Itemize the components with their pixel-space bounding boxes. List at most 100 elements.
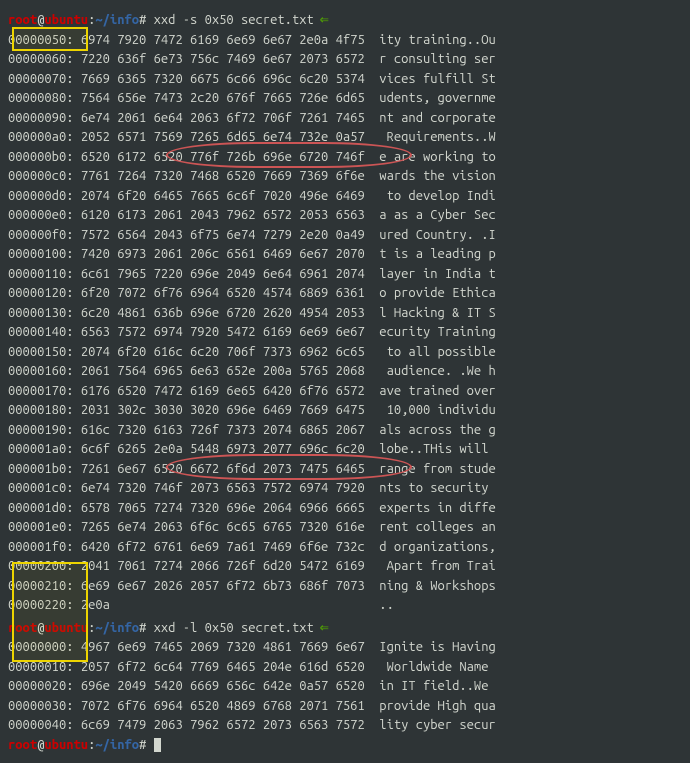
offset: 00000070: (8, 72, 74, 86)
hex-bytes: 2052 6571 7569 7265 6d65 6e74 732e 0a57 (81, 130, 365, 144)
hex-row: 00000000: 4967 6e69 7465 2069 7320 4861 … (8, 638, 682, 658)
ascii-text: ave trained over (379, 384, 495, 398)
ascii-text: experts in diffe (379, 501, 495, 515)
hex-row: 00000100: 7420 6973 2061 206c 6561 6469 … (8, 245, 682, 265)
hex-bytes: 6f20 7072 6f76 6964 6520 4574 6869 6361 (81, 286, 365, 300)
hex-bytes: 7420 6973 2061 206c 6561 6469 6e67 2070 (81, 247, 365, 261)
ascii-text: range from stude (379, 462, 495, 476)
offset: 00000210: (8, 579, 74, 593)
hex-bytes: 6176 6520 7472 6169 6e65 6420 6f76 6572 (81, 384, 365, 398)
hex-row: 000000a0: 2052 6571 7569 7265 6d65 6e74 … (8, 128, 682, 148)
offset: 00000030: (8, 699, 74, 713)
command-2: xxd -l 0x50 secret.txt (154, 621, 314, 635)
hex-bytes: 6c61 7965 7220 696e 2049 6e64 6961 2074 (81, 267, 365, 281)
arrow-icon: ⇐ (320, 618, 329, 635)
offset: 000000f0: (8, 228, 74, 242)
ascii-text: layer in India t (379, 267, 495, 281)
offset: 00000060: (8, 52, 74, 66)
ascii-text: to develop Indi (379, 189, 495, 203)
ascii-text: in IT field..We (379, 679, 495, 693)
offset: 000000e0: (8, 208, 74, 222)
hex-bytes: 6c20 4861 636b 696e 6720 2620 4954 2053 (81, 306, 365, 320)
offset: 00000020: (8, 679, 74, 693)
ascii-text: udents, governme (379, 91, 495, 105)
ascii-text: wards the vision (379, 169, 495, 183)
hex-row: 000001e0: 7265 6e74 2063 6f6c 6c65 6765 … (8, 518, 682, 538)
hex-bytes: 2074 6f20 6465 7665 6c6f 7020 496e 6469 (81, 189, 365, 203)
hex-bytes: 2e0a (81, 598, 365, 612)
ascii-text: .. (379, 598, 394, 612)
offset: 000000c0: (8, 169, 74, 183)
hex-bytes: 6974 7920 7472 6169 6e69 6e67 2e0a 4f75 (81, 33, 365, 47)
ascii-text: lity cyber secur (379, 718, 495, 732)
prompt-path: ~/info (95, 13, 139, 27)
offset: 00000190: (8, 423, 74, 437)
terminal[interactable]: root@ubuntu:~/info# xxd -s 0x50 secret.t… (8, 8, 682, 755)
offset: 00000160: (8, 364, 74, 378)
hex-row: 00000200: 2041 7061 7274 2066 726f 6d20 … (8, 557, 682, 577)
offset: 00000050: (8, 33, 74, 47)
hex-bytes: 2057 6f72 6c64 7769 6465 204e 616d 6520 (81, 660, 365, 674)
hex-bytes: 6420 6f72 6761 6e69 7a61 7469 6f6e 732c (81, 540, 365, 554)
hex-bytes: 2074 6f20 616c 6c20 706f 7373 6962 6c65 (81, 345, 365, 359)
hex-row: 00000210: 6e69 6e67 2026 2057 6f72 6b73 … (8, 577, 682, 597)
hex-bytes: 6c6f 6265 2e0a 5448 6973 2077 696c 6c20 (81, 442, 365, 456)
offset: 000001a0: (8, 442, 74, 456)
ascii-text: l Hacking & IT S (379, 306, 495, 320)
hex-bytes: 7220 636f 6e73 756c 7469 6e67 2073 6572 (81, 52, 365, 66)
offset: 00000140: (8, 325, 74, 339)
hex-bytes: 2061 7564 6965 6e63 652e 200a 5765 2068 (81, 364, 365, 378)
hex-bytes: 6520 6172 6520 776f 726b 696e 6720 746f (81, 150, 365, 164)
command-1: xxd -s 0x50 secret.txt (154, 13, 314, 27)
offset: 00000010: (8, 660, 74, 674)
offset: 000000b0: (8, 150, 74, 164)
hex-bytes: 6578 7065 7274 7320 696e 2064 6966 6665 (81, 501, 365, 515)
offset: 00000000: (8, 640, 74, 654)
hex-row: 00000080: 7564 656e 7473 2c20 676f 7665 … (8, 89, 682, 109)
ascii-text: ured Country. .I (379, 228, 495, 242)
prompt-user: root (8, 13, 37, 27)
hex-row: 00000030: 7072 6f76 6964 6520 4869 6768 … (8, 697, 682, 717)
offset: 00000220: (8, 598, 74, 612)
hex-bytes: 2031 302c 3030 3020 696e 6469 7669 6475 (81, 403, 365, 417)
offset: 00000100: (8, 247, 74, 261)
ascii-text: r consulting ser (379, 52, 495, 66)
offset: 00000040: (8, 718, 74, 732)
hex-row: 000001c0: 6e74 7320 746f 2073 6563 7572 … (8, 479, 682, 499)
hex-bytes: 6e69 6e67 2026 2057 6f72 6b73 686f 7073 (81, 579, 365, 593)
hex-bytes: 7265 6e74 2063 6f6c 6c65 6765 7320 616e (81, 520, 365, 534)
hex-bytes: 7261 6e67 6520 6672 6f6d 2073 7475 6465 (81, 462, 365, 476)
ascii-text: e are working to (379, 150, 495, 164)
offset: 000001d0: (8, 501, 74, 515)
ascii-text: t is a leading p (379, 247, 495, 261)
ascii-text: lobe..THis will (379, 442, 495, 456)
hex-row: 00000050: 6974 7920 7472 6169 6e69 6e67 … (8, 31, 682, 51)
hex-row: 000001d0: 6578 7065 7274 7320 696e 2064 … (8, 499, 682, 519)
hex-bytes: 6120 6173 2061 2043 7962 6572 2053 6563 (81, 208, 365, 222)
hex-bytes: 7564 656e 7473 2c20 676f 7665 726e 6d65 (81, 91, 365, 105)
ascii-text: audience. .We h (379, 364, 495, 378)
offset: 00000130: (8, 306, 74, 320)
hex-row: 00000120: 6f20 7072 6f76 6964 6520 4574 … (8, 284, 682, 304)
ascii-text: Apart from Trai (379, 559, 495, 573)
hex-row: 00000070: 7669 6365 7320 6675 6c66 696c … (8, 70, 682, 90)
prompt-line-3[interactable]: root@ubuntu:~/info# (8, 736, 682, 756)
hex-row: 000001f0: 6420 6f72 6761 6e69 7a61 7469 … (8, 538, 682, 558)
offset: 000001b0: (8, 462, 74, 476)
ascii-text: ity training..Ou (379, 33, 495, 47)
hex-row: 00000160: 2061 7564 6965 6e63 652e 200a … (8, 362, 682, 382)
hex-row: 00000220: 2e0a .. (8, 596, 682, 616)
hex-row: 000000f0: 7572 6564 2043 6f75 6e74 7279 … (8, 226, 682, 246)
arrow-icon: ⇐ (320, 10, 329, 27)
hex-row: 00000060: 7220 636f 6e73 756c 7469 6e67 … (8, 50, 682, 70)
hex-row: 00000170: 6176 6520 7472 6169 6e65 6420 … (8, 382, 682, 402)
hex-bytes: 7761 7264 7320 7468 6520 7669 7369 6f6e (81, 169, 365, 183)
prompt-host: ubuntu (44, 13, 88, 27)
hex-row: 000000d0: 2074 6f20 6465 7665 6c6f 7020 … (8, 187, 682, 207)
hex-bytes: 7072 6f76 6964 6520 4869 6768 2071 7561 (81, 699, 365, 713)
ascii-text: nt and corporate (379, 111, 495, 125)
offset: 00000090: (8, 111, 74, 125)
ascii-text: rent colleges an (379, 520, 495, 534)
hex-row: 00000180: 2031 302c 3030 3020 696e 6469 … (8, 401, 682, 421)
hex-row: 00000040: 6c69 7479 2063 7962 6572 2073 … (8, 716, 682, 736)
